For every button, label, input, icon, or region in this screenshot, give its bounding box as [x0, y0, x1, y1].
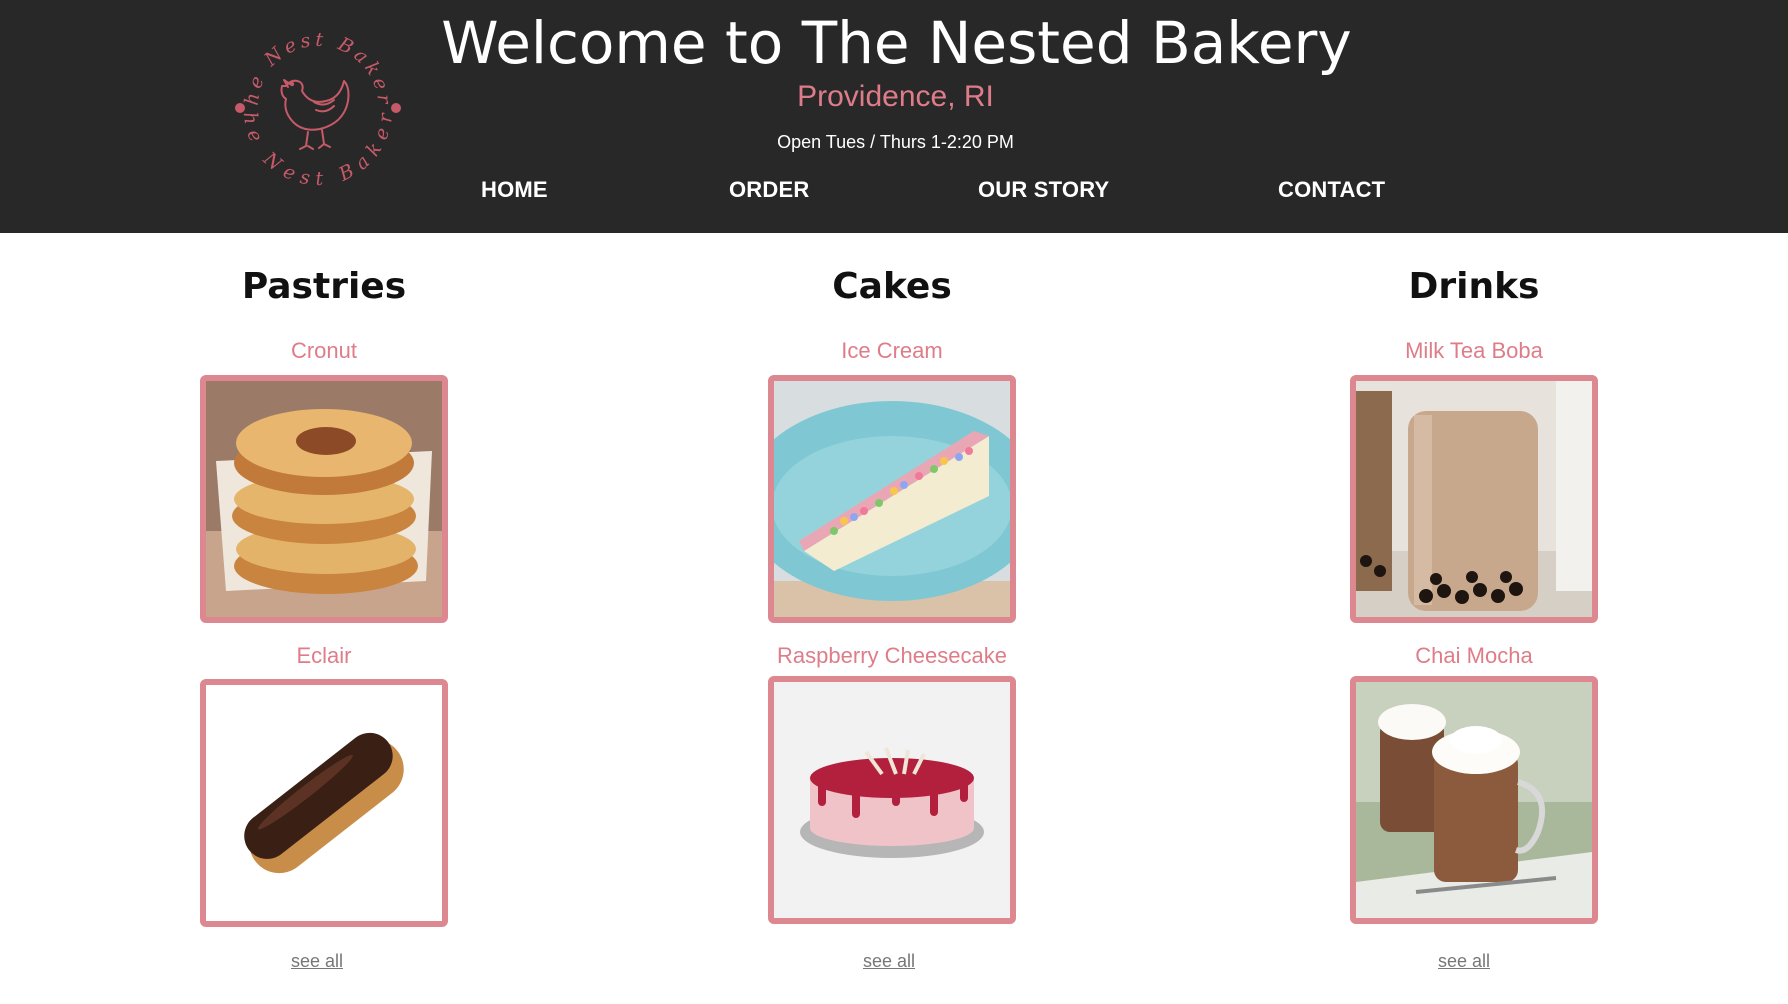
item-name-cronut[interactable]: Cronut [174, 338, 474, 364]
see-all-pastries-link[interactable]: see all [167, 950, 467, 972]
page-title: Welcome to The Nested Bakery [441, 9, 1352, 77]
category-title-pastries: Pastries [241, 266, 407, 307]
category-title-drinks: Drinks [1408, 266, 1540, 307]
milk-tea-boba-photo[interactable] [1350, 375, 1598, 623]
nav-our-story-link[interactable]: OUR STORY [978, 177, 1109, 203]
drinks-column: Drinks Milk Tea Boba Chai Mocha see all [1324, 233, 1624, 1004]
site-header: The Nest Bakery The Nest Bakery Welcome … [0, 0, 1788, 233]
chai-mocha-photo[interactable] [1350, 676, 1598, 924]
item-name-ice-cream[interactable]: Ice Cream [742, 338, 1042, 364]
item-name-eclair[interactable]: Eclair [174, 643, 474, 669]
eclair-photo[interactable] [200, 679, 448, 927]
item-name-raspberry-cheesecake[interactable]: Raspberry Cheesecake [742, 643, 1042, 669]
see-all-drinks-link[interactable]: see all [1314, 950, 1614, 972]
cronut-photo[interactable] [200, 375, 448, 623]
pastries-column: Pastries Cronut Eclair see all [174, 233, 474, 1004]
ice-cream-cake-photo[interactable] [768, 375, 1016, 623]
nav-order-link[interactable]: ORDER [729, 177, 809, 203]
raspberry-cheesecake-photo[interactable] [768, 676, 1016, 924]
item-name-chai-mocha[interactable]: Chai Mocha [1324, 643, 1624, 669]
nav-home-link[interactable]: HOME [481, 177, 548, 203]
item-name-milk-tea-boba[interactable]: Milk Tea Boba [1324, 338, 1624, 364]
location-text: Providence, RI [797, 80, 994, 113]
nav-contact-link[interactable]: CONTACT [1278, 177, 1385, 203]
see-all-cakes-link[interactable]: see all [739, 950, 1039, 972]
opening-hours-text: Open Tues / Thurs 1-2:20 PM [777, 132, 1014, 152]
category-title-cakes: Cakes [832, 266, 952, 307]
cakes-column: Cakes Ice Cream Raspberry Cheesecake see… [742, 233, 1042, 1004]
